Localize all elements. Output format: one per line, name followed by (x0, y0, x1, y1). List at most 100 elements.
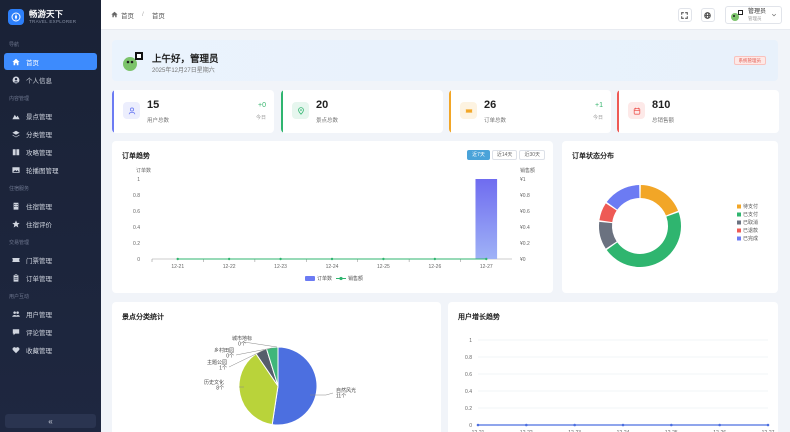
globe-icon (704, 11, 712, 19)
legend-swatch (737, 236, 741, 241)
y-tick-label: 1 (469, 338, 472, 344)
stat-card-orders[interactable]: 26 订单总数 +1 今日 (449, 90, 611, 133)
legend-swatch (737, 204, 741, 209)
sidebar-item[interactable]: 攻略管理 (4, 143, 97, 160)
y-tick-label: 0 (469, 423, 472, 429)
user-role: 管理员 (747, 15, 762, 21)
topbar: 首页 / 首页 管理员 管理员 (101, 0, 790, 30)
stat-delta: +1 (595, 102, 603, 109)
label-leader-line (243, 341, 278, 348)
slice-count: 0个 (226, 354, 234, 360)
sidebar-item-label: 轮播图管理 (26, 167, 59, 175)
sidebar-item-label: 订单管理 (26, 275, 52, 283)
sidebar-item[interactable]: 门票管理 (4, 251, 97, 268)
stat-accent (281, 90, 283, 133)
slice-count: 1个 (219, 366, 227, 372)
chevron-down-icon (771, 13, 777, 17)
y-tick-label-right: ¥0.6 (520, 209, 530, 215)
breadcrumb: 首页 / 首页 (101, 10, 165, 20)
welcome-greeting: 上午好，管理员 (152, 54, 219, 65)
legend-swatch (737, 228, 741, 233)
user-menu[interactable]: 管理员 管理员 (724, 6, 782, 24)
stat-card-users[interactable]: 15 用户总数 +0 今日 (112, 90, 274, 133)
sidebar-item[interactable]: 首页 (4, 53, 97, 70)
stat-label: 总销售额 (652, 118, 675, 124)
sidebar-item[interactable]: 分类管理 (4, 125, 97, 142)
x-tick-label: 12-25 (377, 264, 390, 270)
x-tick-label: 12-24 (326, 264, 339, 270)
x-tick-label: 12-23 (274, 264, 287, 270)
sidebar-item-label: 景点管理 (26, 113, 52, 121)
user-icon (123, 102, 140, 119)
line-point (227, 257, 231, 261)
y-tick-label: 0.2 (465, 406, 472, 412)
legend-label: 已完成 (743, 235, 758, 242)
sidebar-item[interactable]: 个人信息 (4, 71, 97, 88)
stat-label: 订单总数 (484, 118, 507, 124)
sidebar-item-label: 住宿评价 (26, 221, 52, 229)
line-point (766, 423, 770, 427)
line-point (670, 423, 673, 427)
legend-label: 待支付 (743, 203, 758, 210)
stat-value: 20 (316, 99, 329, 111)
sidebar-item[interactable]: 收藏管理 (4, 341, 97, 358)
sidebar-item[interactable]: 住宿评价 (4, 215, 97, 232)
mountain-icon (12, 112, 20, 120)
line-point (279, 257, 282, 261)
language-button[interactable] (700, 8, 715, 22)
line-point (330, 257, 334, 261)
welcome-avatar (122, 50, 144, 72)
nav-group-label: 导航 (9, 42, 20, 48)
sidebar-item[interactable]: 景点管理 (4, 107, 97, 124)
sidebar-item[interactable]: 订单管理 (4, 269, 97, 286)
user-growth-chart: 00.20.40.60.8112-2112-2212-2312-2412-251… (465, 338, 775, 432)
sidebar-item[interactable]: 用户管理 (4, 305, 97, 322)
y-tick-label: 0.6 (133, 209, 140, 215)
y-tick-label: 0.2 (133, 241, 140, 247)
sidebar: 畅游天下 TRAVEL EXPLORER 导航 首页 个人信息 内容管理 景点管理 分类管… (0, 0, 101, 432)
sidebar-item-label: 用户管理 (26, 311, 52, 319)
slice-count: 11个 (336, 394, 346, 400)
building-icon (12, 202, 20, 210)
sidebar-item[interactable]: 评论管理 (4, 323, 97, 340)
legend-swatch-dot (339, 276, 343, 281)
legend-swatch (737, 220, 741, 225)
user-growth-panel: 用户增长趋势 00.20.40.60.8112-2112-2212-2312-2… (448, 302, 778, 432)
sidebar-item[interactable]: 住宿管理 (4, 197, 97, 214)
layers-icon (12, 130, 20, 138)
donut-slice (599, 221, 617, 249)
stat-value: 26 (484, 99, 497, 111)
stat-card-spots[interactable]: 20 景点总数 (281, 90, 443, 133)
donut-slice (606, 212, 681, 268)
fullscreen-icon (681, 11, 689, 19)
ticket-icon (460, 102, 477, 119)
sidebar-item-label: 住宿管理 (26, 203, 52, 211)
sidebar-item-label: 攻略管理 (26, 149, 52, 157)
location-pin-icon (292, 102, 309, 119)
brand[interactable]: 畅游天下 TRAVEL EXPLORER (0, 0, 101, 34)
stat-card-sales[interactable]: 810 总销售额 (617, 90, 779, 133)
sidebar-item-label: 个人信息 (26, 77, 52, 85)
fullscreen-button[interactable] (677, 8, 692, 22)
line-point (382, 257, 385, 261)
brand-subtitle: TRAVEL EXPLORER (29, 18, 77, 24)
y-tick-label-right: ¥1 (520, 177, 526, 183)
legend-label: 已退款 (743, 227, 758, 234)
line-point (485, 257, 488, 261)
y-tick-label: 0.4 (133, 225, 140, 231)
line-point (573, 423, 576, 427)
users-icon (12, 310, 20, 318)
line-point (525, 423, 528, 427)
role-badge: 系统管理员 (733, 56, 766, 65)
legend-label: 订单数 (317, 275, 332, 282)
sidebar-item[interactable]: 轮播图管理 (4, 161, 97, 178)
sidebar-collapse-button[interactable]: « (5, 414, 96, 428)
sidebar-item-label: 收藏管理 (26, 347, 52, 355)
y-tick-label: 1 (137, 177, 140, 183)
breadcrumb-home[interactable]: 首页 (121, 10, 134, 20)
y-tick-label: 0.8 (133, 193, 140, 199)
user-circle-icon (12, 76, 20, 84)
stat-delta: +0 (258, 102, 266, 109)
image-icon (12, 166, 20, 174)
y-tick-label-right: ¥0 (520, 257, 526, 263)
